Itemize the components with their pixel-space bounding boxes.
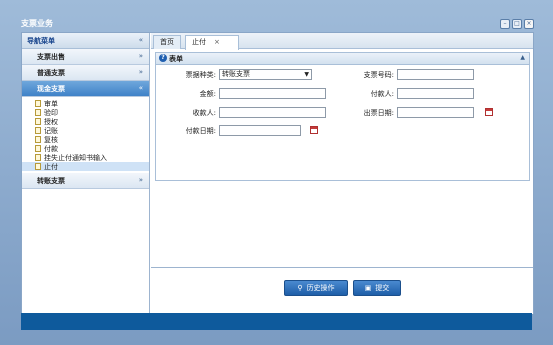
form-title: 表单 <box>169 55 183 63</box>
search-icon: ⚲ <box>297 284 303 292</box>
issue-date-label: 出票日期: <box>363 109 394 117</box>
app-window: 支票业务 – □ × 导航菜单 « 支票出售 » 普通支票 » 现金支票 « 审… <box>0 0 553 345</box>
content-area: 导航菜单 « 支票出售 » 普通支票 » 现金支票 « 审单 验印 授权 记账 … <box>21 32 534 314</box>
double-chevron-down-icon: » <box>138 52 143 60</box>
payee-input[interactable] <box>219 107 326 118</box>
amount-label: 金额: <box>199 90 216 98</box>
amount-input[interactable] <box>219 88 326 99</box>
pay-date-label: 付款日期: <box>185 127 216 135</box>
document-icon <box>35 118 41 125</box>
dropdown-arrow-icon: ▼ <box>304 71 309 78</box>
tab-home[interactable]: 首页 <box>153 35 181 49</box>
sidebar-item-bookkeeping[interactable]: 记账 <box>22 126 149 135</box>
group-label: 支票出售 <box>37 53 65 61</box>
sidebar-item-recheck[interactable]: 复核 <box>22 135 149 144</box>
sidebar-item-review[interactable]: 审单 <box>22 99 149 108</box>
nav-header-label: 导航菜单 <box>27 37 55 45</box>
payer-label: 付款人: <box>370 90 394 98</box>
document-icon <box>35 136 41 143</box>
form-panel: ? 表单 ▲ 票据种类: 转账支票 ▼ 支票号码: 金额: 付款人: 收款人: … <box>155 52 530 181</box>
sidebar-item-seal-verify[interactable]: 验印 <box>22 108 149 117</box>
save-icon: ▣ <box>364 284 372 292</box>
collapse-up-icon[interactable]: ▲ <box>520 54 525 61</box>
tab-bar: 首页 止付 × <box>151 33 533 50</box>
document-icon <box>35 109 41 116</box>
bill-type-select[interactable]: 转账支票 ▼ <box>219 69 312 80</box>
status-bar <box>21 313 532 330</box>
sidebar-item-authorize[interactable]: 授权 <box>22 117 149 126</box>
group-label: 普通支票 <box>37 69 65 77</box>
help-icon: ? <box>159 54 167 62</box>
action-area: ⚲ 历史操作 ▣ 提交 <box>151 267 533 314</box>
group-label: 转账支票 <box>37 177 65 185</box>
payee-label: 收款人: <box>192 109 216 117</box>
calendar-icon[interactable] <box>485 108 493 116</box>
document-icon <box>35 100 41 107</box>
document-icon <box>35 163 41 170</box>
sidebar-item-payment[interactable]: 付款 <box>22 144 149 153</box>
sidebar-group-cash-check[interactable]: 现金支票 « <box>22 81 149 97</box>
document-icon <box>35 127 41 134</box>
title-bar: 支票业务 – □ × <box>0 0 553 31</box>
sidebar-item-stop-payment[interactable]: 止付 <box>22 162 149 171</box>
document-icon <box>35 145 41 152</box>
issue-date-input[interactable] <box>397 107 474 118</box>
double-chevron-down-icon: » <box>138 176 143 184</box>
sidebar-group-ordinary-check[interactable]: 普通支票 » <box>22 65 149 81</box>
check-number-input[interactable] <box>397 69 474 80</box>
submit-button[interactable]: ▣ 提交 <box>353 280 401 296</box>
form-panel-header: ? 表单 ▲ <box>156 53 529 65</box>
document-icon <box>35 154 41 161</box>
bill-type-label: 票据种类: <box>185 71 216 79</box>
sidebar: 导航菜单 « 支票出售 » 普通支票 » 现金支票 « 审单 验印 授权 记账 … <box>22 33 150 313</box>
double-chevron-up-icon: « <box>138 84 143 92</box>
calendar-icon[interactable] <box>310 126 318 134</box>
maximize-button[interactable]: □ <box>512 19 522 29</box>
payer-input[interactable] <box>397 88 474 99</box>
check-number-label: 支票号码: <box>363 71 394 79</box>
minimize-button[interactable]: – <box>500 19 510 29</box>
nav-header[interactable]: 导航菜单 « <box>22 33 149 49</box>
main-panel: 首页 止付 × ? 表单 ▲ 票据种类: 转账支票 ▼ 支票号码: 金额: 付款… <box>151 33 533 314</box>
window-title: 支票业务 <box>21 19 53 28</box>
sidebar-item-loss-report[interactable]: 挂失止付通知书输入 <box>22 153 149 162</box>
tab-stop-payment[interactable]: 止付 × <box>185 35 239 50</box>
close-tab-icon[interactable]: × <box>214 38 220 46</box>
close-button[interactable]: × <box>524 19 534 29</box>
group-label: 现金支票 <box>37 85 65 93</box>
sidebar-group-check-sale[interactable]: 支票出售 » <box>22 49 149 65</box>
double-chevron-down-icon: » <box>138 68 143 76</box>
sidebar-group-transfer-check[interactable]: 转账支票 » <box>22 173 149 189</box>
history-button[interactable]: ⚲ 历史操作 <box>284 280 348 296</box>
pay-date-input[interactable] <box>219 125 301 136</box>
double-chevron-left-icon[interactable]: « <box>139 36 143 44</box>
